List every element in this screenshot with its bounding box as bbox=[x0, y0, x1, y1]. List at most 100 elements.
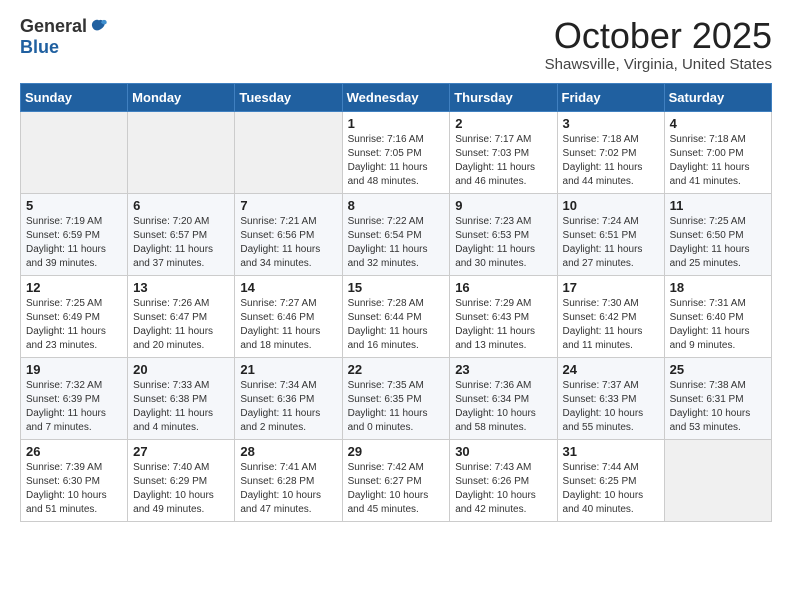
day-number: 12 bbox=[26, 280, 122, 295]
day-number: 23 bbox=[455, 362, 551, 377]
logo-text: General bbox=[20, 16, 109, 37]
day-info: Sunrise: 7:31 AM Sunset: 6:40 PM Dayligh… bbox=[670, 297, 766, 353]
calendar-week-row: 19 Sunrise: 7:32 AM Sunset: 6:39 PM Dayli… bbox=[21, 357, 772, 439]
day-info: Sunrise: 7:40 AM Sunset: 6:29 PM Dayligh… bbox=[133, 461, 229, 517]
day-number: 6 bbox=[133, 198, 229, 213]
day-info: Sunrise: 7:24 AM Sunset: 6:51 PM Dayligh… bbox=[563, 215, 659, 271]
calendar-cell: 13Sunrise: 7:26 AM Sunset: 6:47 PM Dayli… bbox=[128, 275, 235, 357]
day-of-week-header: Tuesday bbox=[235, 83, 342, 111]
day-info: Sunrise: 7:37 AM Sunset: 6:33 PM Dayligh… bbox=[563, 379, 659, 435]
day-number: 13 bbox=[133, 280, 229, 295]
calendar-week-row: 26 Sunrise: 7:39 AM Sunset: 6:30 PM Dayli… bbox=[21, 439, 772, 521]
day-of-week-header: Thursday bbox=[450, 83, 557, 111]
day-number: 16 bbox=[455, 280, 551, 295]
day-info: Sunrise: 7:43 AM Sunset: 6:26 PM Dayligh… bbox=[455, 461, 551, 517]
day-info: Sunrise: 7:25 AM Sunset: 6:49 PM Dayligh… bbox=[26, 297, 122, 353]
day-info: Sunrise: 7:25 AM Sunset: 6:50 PM Dayligh… bbox=[670, 215, 766, 271]
day-info: Sunrise: 7:18 AM Sunset: 7:02 PM Dayligh… bbox=[563, 133, 659, 189]
calendar-cell: 26 Sunrise: 7:39 AM Sunset: 6:30 PM Dayli… bbox=[21, 439, 128, 521]
calendar-cell: 31 Sunrise: 7:44 AM Sunset: 6:25 PM Dayli… bbox=[557, 439, 664, 521]
day-number: 26 bbox=[26, 444, 122, 459]
day-info: Sunrise: 7:36 AM Sunset: 6:34 PM Dayligh… bbox=[455, 379, 551, 435]
day-number: 8 bbox=[348, 198, 445, 213]
month-title: October 2025 bbox=[545, 16, 772, 56]
day-info: Sunrise: 7:38 AM Sunset: 6:31 PM Dayligh… bbox=[670, 379, 766, 435]
logo-bird-icon bbox=[89, 17, 109, 37]
calendar-page: General Blue October 2025 Shawsville, Vi… bbox=[0, 0, 792, 612]
calendar-cell: 12 Sunrise: 7:25 AM Sunset: 6:49 PM Dayli… bbox=[21, 275, 128, 357]
day-info: Sunrise: 7:28 AM Sunset: 6:44 PM Dayligh… bbox=[348, 297, 445, 353]
day-number: 1 bbox=[348, 116, 445, 131]
day-number: 5 bbox=[26, 198, 122, 213]
day-info: Sunrise: 7:34 AM Sunset: 6:36 PM Dayligh… bbox=[240, 379, 336, 435]
day-number: 3 bbox=[563, 116, 659, 131]
day-number: 10 bbox=[563, 198, 659, 213]
day-info: Sunrise: 7:16 AM Sunset: 7:05 PM Dayligh… bbox=[348, 133, 445, 189]
calendar-cell: 14 Sunrise: 7:27 AM Sunset: 6:46 PM Dayli… bbox=[235, 275, 342, 357]
calendar-cell: 1 Sunrise: 7:16 AM Sunset: 7:05 PM Daylig… bbox=[342, 111, 450, 193]
calendar-cell: 15 Sunrise: 7:28 AM Sunset: 6:44 PM Dayli… bbox=[342, 275, 450, 357]
day-number: 15 bbox=[348, 280, 445, 295]
day-info: Sunrise: 7:41 AM Sunset: 6:28 PM Dayligh… bbox=[240, 461, 336, 517]
day-number: 31 bbox=[563, 444, 659, 459]
day-info: Sunrise: 7:17 AM Sunset: 7:03 PM Dayligh… bbox=[455, 133, 551, 189]
calendar-cell: 4Sunrise: 7:18 AM Sunset: 7:00 PM Daylig… bbox=[664, 111, 771, 193]
calendar-cell bbox=[21, 111, 128, 193]
location-subtitle: Shawsville, Virginia, United States bbox=[545, 56, 772, 73]
day-of-week-header: Monday bbox=[128, 83, 235, 111]
calendar-week-row: 5 Sunrise: 7:19 AM Sunset: 6:59 PM Daylig… bbox=[21, 193, 772, 275]
calendar-cell: 17 Sunrise: 7:30 AM Sunset: 6:42 PM Dayli… bbox=[557, 275, 664, 357]
calendar-cell: 5 Sunrise: 7:19 AM Sunset: 6:59 PM Daylig… bbox=[21, 193, 128, 275]
day-number: 14 bbox=[240, 280, 336, 295]
calendar-cell: 8 Sunrise: 7:22 AM Sunset: 6:54 PM Daylig… bbox=[342, 193, 450, 275]
day-of-week-header: Wednesday bbox=[342, 83, 450, 111]
calendar-cell: 21Sunrise: 7:34 AM Sunset: 6:36 PM Dayli… bbox=[235, 357, 342, 439]
day-info: Sunrise: 7:22 AM Sunset: 6:54 PM Dayligh… bbox=[348, 215, 445, 271]
day-info: Sunrise: 7:32 AM Sunset: 6:39 PM Dayligh… bbox=[26, 379, 122, 435]
calendar-cell bbox=[235, 111, 342, 193]
calendar-cell: 29 Sunrise: 7:42 AM Sunset: 6:27 PM Dayli… bbox=[342, 439, 450, 521]
day-info: Sunrise: 7:29 AM Sunset: 6:43 PM Dayligh… bbox=[455, 297, 551, 353]
day-number: 30 bbox=[455, 444, 551, 459]
day-info: Sunrise: 7:27 AM Sunset: 6:46 PM Dayligh… bbox=[240, 297, 336, 353]
calendar-cell: 11Sunrise: 7:25 AM Sunset: 6:50 PM Dayli… bbox=[664, 193, 771, 275]
day-number: 28 bbox=[240, 444, 336, 459]
calendar-cell: 6Sunrise: 7:20 AM Sunset: 6:57 PM Daylig… bbox=[128, 193, 235, 275]
day-info: Sunrise: 7:35 AM Sunset: 6:35 PM Dayligh… bbox=[348, 379, 445, 435]
logo-blue: Blue bbox=[20, 37, 59, 58]
logo-general: General bbox=[20, 16, 87, 37]
calendar-cell: 16 Sunrise: 7:29 AM Sunset: 6:43 PM Dayli… bbox=[450, 275, 557, 357]
day-of-week-header: Sunday bbox=[21, 83, 128, 111]
calendar-cell: 18Sunrise: 7:31 AM Sunset: 6:40 PM Dayli… bbox=[664, 275, 771, 357]
calendar-cell: 7Sunrise: 7:21 AM Sunset: 6:56 PM Daylig… bbox=[235, 193, 342, 275]
calendar-cell: 9Sunrise: 7:23 AM Sunset: 6:53 PM Daylig… bbox=[450, 193, 557, 275]
logo: General Blue bbox=[20, 16, 109, 58]
calendar-cell: 20Sunrise: 7:33 AM Sunset: 6:38 PM Dayli… bbox=[128, 357, 235, 439]
calendar-cell: 25 Sunrise: 7:38 AM Sunset: 6:31 PM Dayli… bbox=[664, 357, 771, 439]
day-number: 17 bbox=[563, 280, 659, 295]
day-number: 25 bbox=[670, 362, 766, 377]
calendar-week-row: 12 Sunrise: 7:25 AM Sunset: 6:49 PM Dayli… bbox=[21, 275, 772, 357]
day-number: 22 bbox=[348, 362, 445, 377]
day-number: 19 bbox=[26, 362, 122, 377]
day-number: 29 bbox=[348, 444, 445, 459]
calendar-cell: 3 Sunrise: 7:18 AM Sunset: 7:02 PM Daylig… bbox=[557, 111, 664, 193]
day-number: 9 bbox=[455, 198, 551, 213]
page-header: General Blue October 2025 Shawsville, Vi… bbox=[20, 16, 772, 73]
day-info: Sunrise: 7:19 AM Sunset: 6:59 PM Dayligh… bbox=[26, 215, 122, 271]
day-info: Sunrise: 7:30 AM Sunset: 6:42 PM Dayligh… bbox=[563, 297, 659, 353]
calendar-cell: 22 Sunrise: 7:35 AM Sunset: 6:35 PM Dayli… bbox=[342, 357, 450, 439]
day-number: 7 bbox=[240, 198, 336, 213]
title-block: October 2025 Shawsville, Virginia, Unite… bbox=[545, 16, 772, 73]
day-of-week-header: Saturday bbox=[664, 83, 771, 111]
calendar-cell bbox=[664, 439, 771, 521]
day-info: Sunrise: 7:39 AM Sunset: 6:30 PM Dayligh… bbox=[26, 461, 122, 517]
calendar-table: SundayMondayTuesdayWednesdayThursdayFrid… bbox=[20, 83, 772, 522]
calendar-cell: 10 Sunrise: 7:24 AM Sunset: 6:51 PM Dayli… bbox=[557, 193, 664, 275]
calendar-cell: 27Sunrise: 7:40 AM Sunset: 6:29 PM Dayli… bbox=[128, 439, 235, 521]
day-info: Sunrise: 7:44 AM Sunset: 6:25 PM Dayligh… bbox=[563, 461, 659, 517]
day-of-week-header: Friday bbox=[557, 83, 664, 111]
calendar-cell: 28 Sunrise: 7:41 AM Sunset: 6:28 PM Dayli… bbox=[235, 439, 342, 521]
day-number: 4 bbox=[670, 116, 766, 131]
day-info: Sunrise: 7:42 AM Sunset: 6:27 PM Dayligh… bbox=[348, 461, 445, 517]
